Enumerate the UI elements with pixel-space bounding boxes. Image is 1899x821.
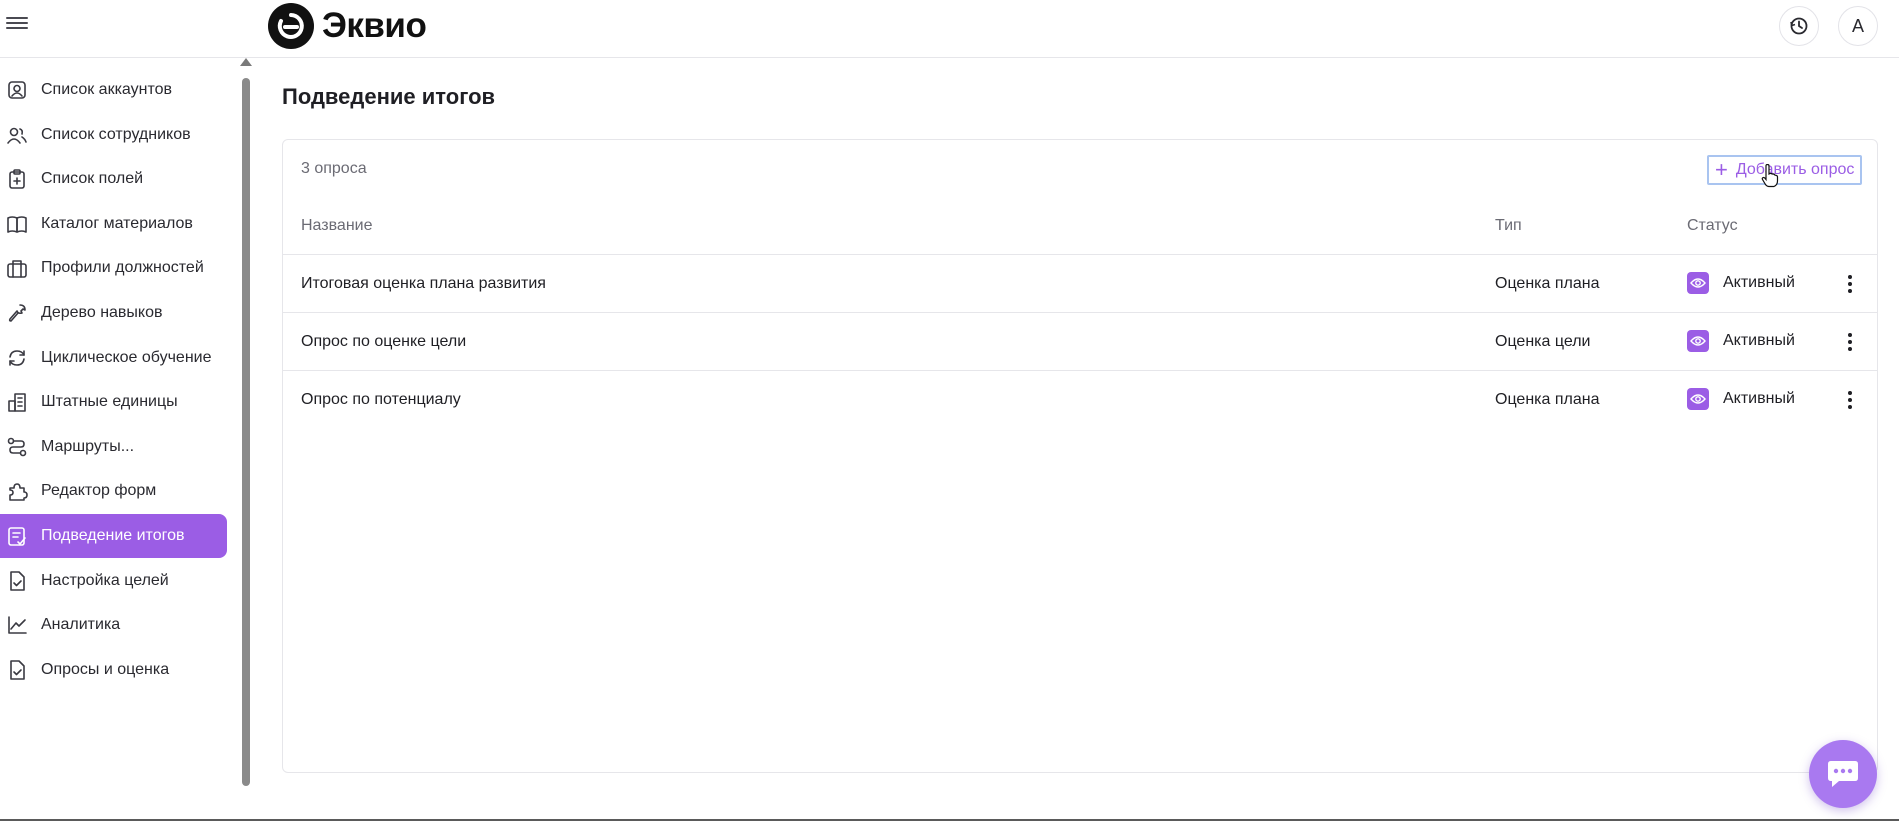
logo-mark-icon [268,3,314,49]
column-header-type[interactable]: Тип [1495,217,1522,235]
add-survey-button[interactable]: + Добавить опрос [1707,155,1863,185]
sidebar-item-3[interactable]: Список полей [0,157,227,201]
puzzle-icon [6,480,28,502]
column-header-name[interactable]: Название [301,217,373,235]
sidebar-item-label: Редактор форм [41,482,157,500]
wrench-icon [6,302,28,324]
briefcase-icon [6,257,28,279]
sidebar-item-label: Подведение итогов [41,527,185,544]
sidebar-item-label: Список аккаунтов [41,81,173,98]
survey-status: Активный [1687,330,1795,352]
table-row[interactable]: Опрос по оценке цели Оценка цели Активны… [283,312,1877,370]
sidebar-item-label: Настройка целей [41,571,169,589]
logo-text: Эквио [322,6,427,45]
sidebar-item-11[interactable]: Подведение итогов [0,514,227,558]
status-label: Активный [1723,390,1795,407]
sidebar-item-4[interactable]: Каталог материалов [0,202,227,246]
plus-icon: + [1715,157,1728,182]
logo[interactable]: Эквио [268,3,427,49]
hand-cursor-icon [1761,164,1779,188]
chat-icon [1828,761,1858,787]
sidebar-item-label: Профили должностей [41,259,204,277]
top-bar: Эквио А [0,0,1899,58]
sidebar-item-label: Аналитика [41,616,121,634]
sidebar-item-10[interactable]: Редактор форм [0,469,227,513]
survey-type: Оценка плана [1495,391,1600,408]
building-icon [6,391,28,413]
users-icon [6,124,28,146]
history-button[interactable] [1779,6,1819,46]
surveys-card: 3 опроса + Добавить опрос Название Тип С… [282,139,1878,773]
book-icon [6,213,28,235]
sidebar-item-6[interactable]: Дерево навыков [0,291,227,335]
survey-name[interactable]: Опрос по потенциалу [301,391,461,409]
table-row[interactable]: Опрос по потенциалу Оценка плана Активны… [283,370,1877,428]
summary-icon [6,525,28,547]
sidebar-item-label: Список сотрудников [41,125,191,143]
sidebar-item-8[interactable]: Штатные единицы [0,380,227,424]
sidebar-item-label: Дерево навыков [41,304,163,321]
sidebar-item-label: Список полей [41,170,144,188]
sidebar-item-1[interactable]: Список аккаунтов [0,68,227,112]
table-row[interactable]: Итоговая оценка плана развития Оценка пл… [283,254,1877,312]
sidebar-item-2[interactable]: Список сотрудников [0,113,227,157]
survey-status: Активный [1687,272,1795,294]
sidebar-item-label: Маршруты... [41,437,135,455]
sidebar-item-label: Циклическое обучение [41,348,212,366]
route-icon [6,436,28,458]
status-label: Активный [1723,274,1795,291]
sidebar-item-12[interactable]: Настройка целей [0,559,227,603]
sidebar-item-5[interactable]: Профили должностей [0,246,227,290]
avatar[interactable]: А [1838,6,1878,46]
sidebar-item-label: Каталог материалов [41,214,193,232]
account-icon [6,79,28,101]
chat-button[interactable] [1809,740,1877,808]
survey-name[interactable]: Опрос по оценке цели [301,333,466,351]
menu-icon[interactable] [6,14,28,36]
chart-line-icon [6,614,28,636]
sidebar-item-13[interactable]: Аналитика [0,603,227,647]
eye-icon [1687,272,1709,294]
refresh-icon [6,347,28,369]
eye-icon [1687,330,1709,352]
survey-count: 3 опроса [301,160,367,177]
survey-status: Активный [1687,388,1795,410]
add-survey-label: Добавить опрос [1735,161,1855,178]
more-options-icon[interactable] [1845,389,1855,411]
sidebar-item-label: Опросы и оценка [41,660,170,678]
scroll-up-arrow[interactable] [240,58,252,66]
more-options-icon[interactable] [1845,331,1855,353]
column-header-status[interactable]: Статус [1687,217,1738,235]
sidebar-item-7[interactable]: Циклическое обучение [0,336,227,380]
history-icon [1790,17,1808,35]
page-title: Подведение итогов [282,84,496,109]
survey-icon [6,659,28,681]
more-options-icon[interactable] [1845,273,1855,295]
sidebar-scrollbar[interactable] [242,78,250,786]
status-label: Активный [1723,332,1795,349]
survey-name[interactable]: Итоговая оценка плана развития [301,275,546,293]
survey-type: Оценка цели [1495,333,1591,350]
survey-type: Оценка плана [1495,275,1600,292]
sidebar: Список аккаунтов Список сотрудников Список… [0,58,240,821]
eye-icon [1687,388,1709,410]
sidebar-item-9[interactable]: Маршруты... [0,425,227,469]
sidebar-item-label: Штатные единицы [41,393,178,411]
sidebar-item-14[interactable]: Опросы и оценка [0,648,227,692]
clipboard-plus-icon [6,168,28,190]
file-check-icon [6,570,28,592]
